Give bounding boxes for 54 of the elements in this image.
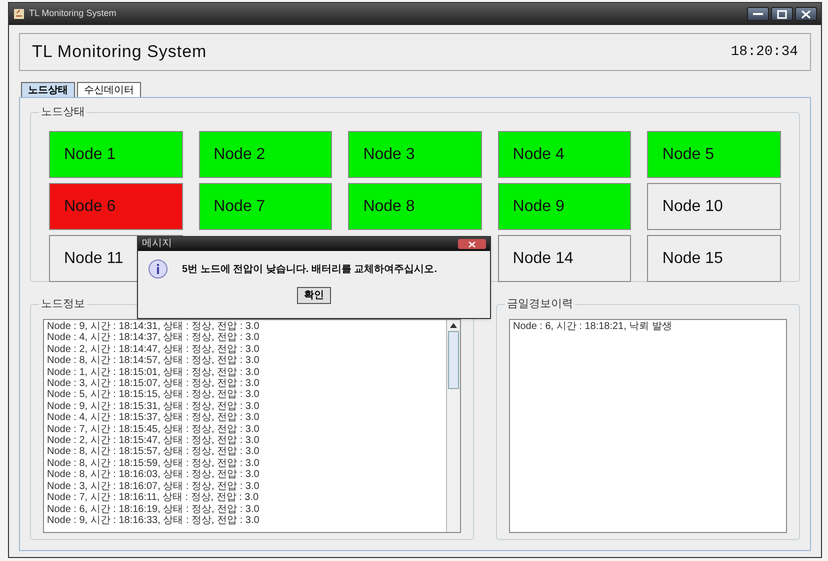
node-button[interactable]: Node 10 [647,183,781,230]
log-line: Node : 5, 시간 : 18:15:15, 상태 : 정상, 전압 : 3.0 [47,389,260,401]
node-button[interactable]: Node 7 [198,183,332,230]
log-line: Node : 4, 시간 : 18:15:37, 상태 : 정상, 전압 : 3.0 [47,412,260,424]
node-button[interactable]: Node 15 [647,235,781,282]
window-title: TL Monitoring System [29,7,116,20]
log-line: Node : 9, 시간 : 18:14:31, 상태 : 정상, 전압 : 3.0 [47,321,260,332]
minimize-button[interactable] [747,7,769,21]
log-line: Node : 2, 시간 : 18:15:47, 상태 : 정상, 전압 : 3.0 [47,435,260,446]
log-line: Node : 8, 시간 : 18:14:57, 상태 : 정상, 전압 : 3.0 [47,355,260,367]
log-line: Node : 2, 시간 : 18:14:47, 상태 : 정상, 전압 : 3.0 [47,344,260,356]
dialog-message: 5번 노드에 전압이 낮습니다. 배터리를 교체하여주십시오. [182,262,438,276]
log-line: Node : 6, 시간 : 18:16:19, 상태 : 정상, 전압 : 3.0 [47,504,260,515]
minimize-icon [753,13,763,15]
info-icon [148,259,168,279]
log-line: Node : 8, 시간 : 18:15:57, 상태 : 정상, 전압 : 3.0 [47,446,260,458]
node-button[interactable]: Node 3 [348,131,482,178]
clock: 18:20:34 [730,42,798,62]
node-button[interactable]: Node 9 [498,183,632,230]
node-button[interactable]: Node 6 [49,183,183,230]
close-icon [468,240,476,248]
log-line: Node : 3, 시간 : 18:15:07, 상태 : 정상, 전압 : 3.0 [47,378,260,390]
close-icon [801,10,811,18]
tab[interactable]: 노드상태 [21,82,75,97]
log-line: Node : 7, 시간 : 18:15:45, 상태 : 정상, 전압 : 3.0 [47,424,260,436]
scrollbar[interactable] [446,320,460,532]
dialog-title: 메시지 [142,238,172,250]
node-button[interactable]: Node 5 [647,131,781,178]
node-button[interactable]: Node 14 [498,235,632,282]
node-button[interactable]: Node 2 [198,131,332,178]
node-button[interactable]: Node 4 [498,131,632,178]
alarm-line: Node : 6, 시간 : 18:18:21, 낙뢰 발생 [513,321,673,332]
log-line: Node : 1, 시간 : 18:15:01, 상태 : 정상, 전압 : 3.0 [47,366,260,378]
node-button[interactable]: Node 1 [49,131,183,178]
ok-button[interactable]: 확인 [297,287,331,304]
log-line: Node : 9, 시간 : 18:16:33, 상태 : 정상, 전압 : 3.0 [47,514,260,526]
java-icon [13,8,25,20]
maximize-button[interactable] [771,7,793,21]
group-title: 노드상태 [39,105,87,119]
maximize-icon [777,10,787,18]
app-title: TL Monitoring System [32,41,207,64]
scroll-up-icon[interactable] [450,323,457,328]
log-line: Node : 4, 시간 : 18:14:37, 상태 : 정상, 전압 : 3.0 [47,332,260,344]
scrollbar-thumb[interactable] [448,331,459,389]
log-line: Node : 9, 시간 : 18:15:31, 상태 : 정상, 전압 : 3.0 [47,400,260,412]
group-title: 노드정보 [39,297,87,311]
log-line: Node : 8, 시간 : 18:15:59, 상태 : 정상, 전압 : 3.0 [47,458,260,470]
log-line: Node : 3, 시간 : 18:16:07, 상태 : 정상, 전압 : 3.0 [47,480,260,492]
log-line: Node : 8, 시간 : 18:16:03, 상태 : 정상, 전압 : 3.0 [47,469,260,481]
group-title: 금일경보이력 [505,297,575,311]
node-button[interactable]: Node 8 [348,183,482,230]
close-button[interactable] [795,7,817,21]
log-line: Node : 7, 시간 : 18:16:11, 상태 : 정상, 전압 : 3.0 [47,492,260,504]
tab[interactable]: 수신데이터 [77,82,141,97]
